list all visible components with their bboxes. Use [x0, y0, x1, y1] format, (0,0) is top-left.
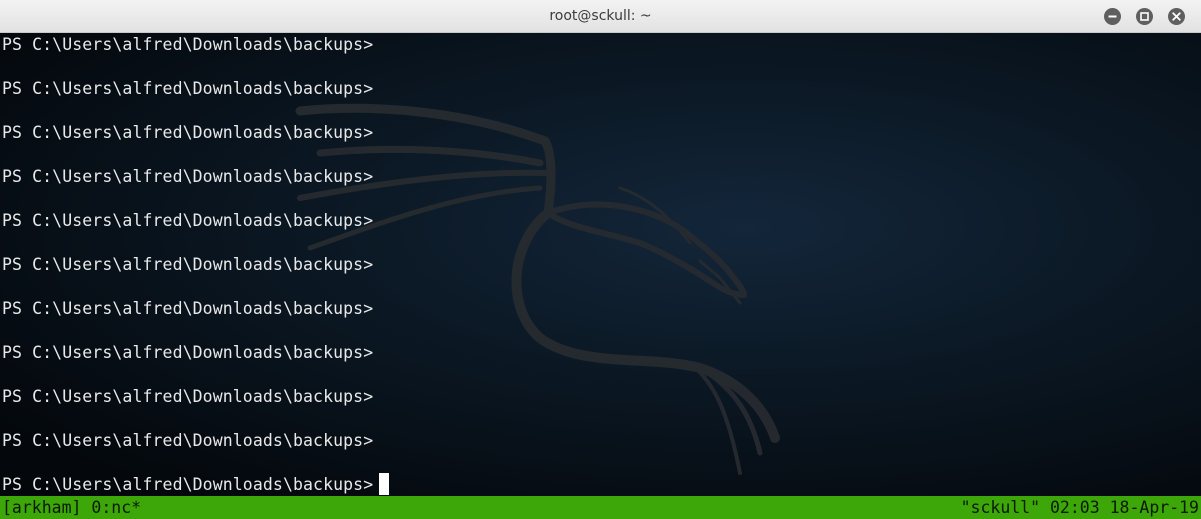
- window-title: root@sckull: ~: [549, 8, 652, 24]
- prompt-line: PS C:\Users\alfred\Downloads\backups>: [2, 255, 374, 274]
- prompt-line: PS C:\Users\alfred\Downloads\backups>: [2, 299, 374, 318]
- terminal-area[interactable]: PS C:\Users\alfred\Downloads\backups> PS…: [0, 33, 1201, 496]
- tmux-session-window[interactable]: [arkham] 0:nc*: [2, 496, 141, 519]
- tmux-host-clock: "sckull" 02:03 18-Apr-19: [960, 498, 1199, 517]
- active-prompt-text: PS C:\Users\alfred\Downloads\backups>: [2, 475, 374, 494]
- window-controls: [1104, 8, 1185, 25]
- close-button[interactable]: [1168, 8, 1185, 25]
- minimize-icon: [1108, 15, 1117, 18]
- active-prompt-line[interactable]: PS C:\Users\alfred\Downloads\backups>: [2, 473, 390, 496]
- title-bar[interactable]: root@sckull: ~: [0, 0, 1201, 33]
- maximize-button[interactable]: [1136, 8, 1153, 25]
- prompt-line: PS C:\Users\alfred\Downloads\backups>: [2, 35, 374, 54]
- prompt-line: PS C:\Users\alfred\Downloads\backups>: [2, 431, 374, 450]
- maximize-icon: [1140, 12, 1149, 21]
- text-cursor: [379, 473, 390, 495]
- minimize-button[interactable]: [1104, 8, 1121, 25]
- prompt-line: PS C:\Users\alfred\Downloads\backups>: [2, 343, 374, 362]
- prompt-line: PS C:\Users\alfred\Downloads\backups>: [2, 167, 374, 186]
- tmux-status-bar: [arkham] 0:nc* "sckull" 02:03 18-Apr-19: [0, 496, 1201, 519]
- terminal-window: root@sckull: ~ PS C:\Users\alfred\Downlo…: [0, 0, 1201, 519]
- prompt-line: PS C:\Users\alfred\Downloads\backups>: [2, 123, 374, 142]
- terminal-output: PS C:\Users\alfred\Downloads\backups> PS…: [2, 33, 390, 496]
- prompt-line: PS C:\Users\alfred\Downloads\backups>: [2, 387, 374, 406]
- close-icon: [1172, 12, 1181, 21]
- prompt-line: PS C:\Users\alfred\Downloads\backups>: [2, 79, 374, 98]
- prompt-line: PS C:\Users\alfred\Downloads\backups>: [2, 211, 374, 230]
